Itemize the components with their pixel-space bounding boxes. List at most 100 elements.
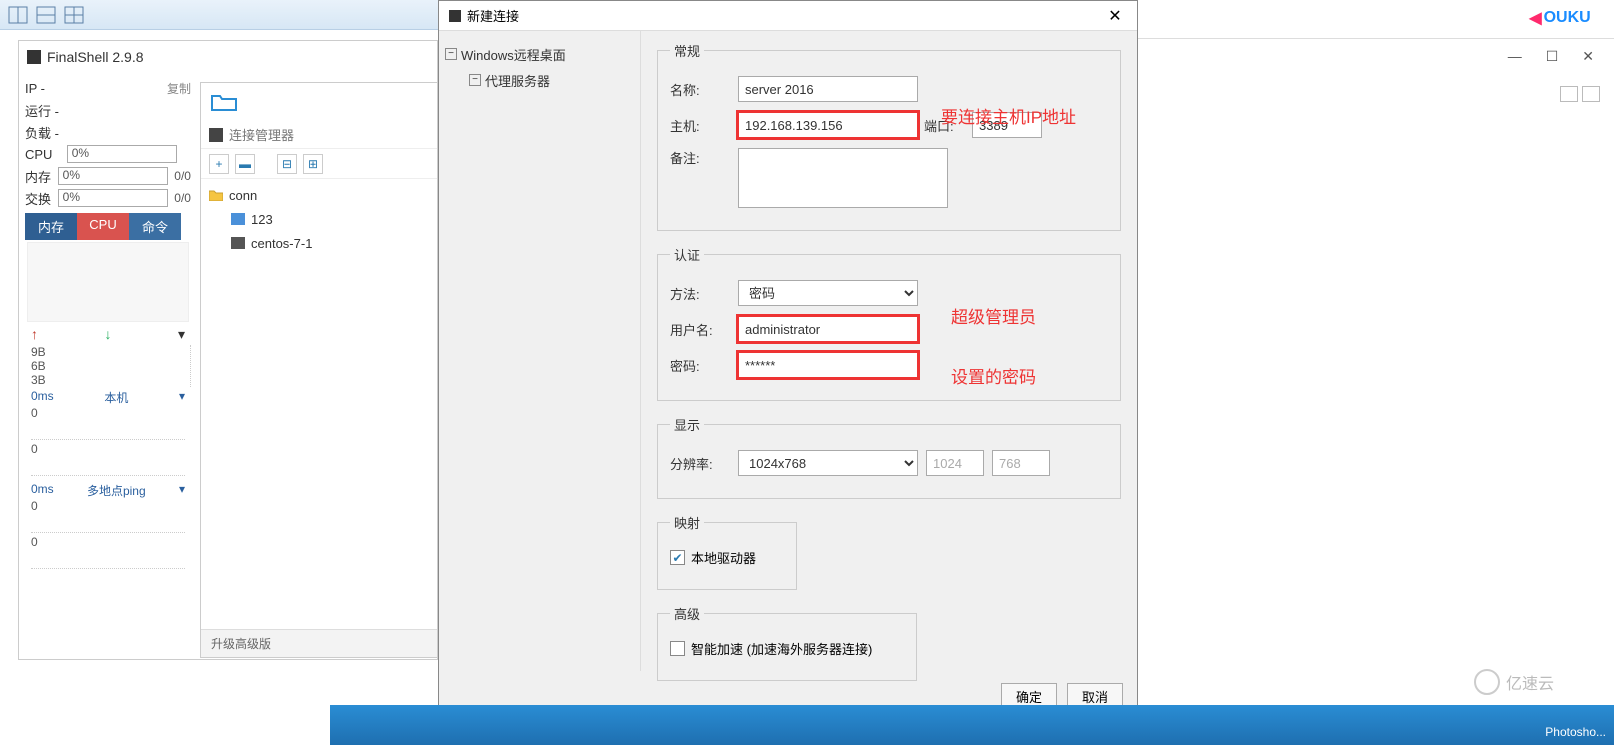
annotation-user: 超级管理员	[951, 303, 1036, 328]
arrow-up-icon: ↑	[31, 326, 38, 343]
local-drive-label: 本地驱动器	[691, 548, 756, 567]
res-label: 分辨率:	[670, 454, 738, 473]
legend-advanced: 高级	[670, 604, 704, 623]
folder-open-icon[interactable]	[201, 83, 437, 121]
top-toolbar	[0, 0, 440, 30]
height-input	[992, 450, 1050, 476]
name-input[interactable]	[738, 76, 918, 102]
monitor-icon	[209, 128, 223, 142]
cpu-meter: 0%	[67, 145, 177, 163]
note-input[interactable]	[738, 148, 948, 208]
copy-link[interactable]: 复制	[167, 80, 191, 97]
conn-title-text: 连接管理器	[229, 125, 294, 144]
method-label: 方法:	[670, 284, 738, 303]
app-icon	[27, 50, 41, 64]
arrow-down-icon: ↓	[104, 326, 111, 343]
tree-node-proxy[interactable]: −代理服务器	[445, 67, 634, 93]
user-label: 用户名:	[670, 320, 738, 339]
add-folder-button[interactable]: ▬	[235, 154, 255, 174]
tab-cmd[interactable]: 命令	[129, 213, 181, 240]
mem-label: 内存	[25, 167, 51, 186]
sparkline	[31, 515, 185, 533]
maximize-button[interactable]: ☐	[1546, 48, 1559, 65]
tree-item-label: 123	[251, 212, 273, 227]
legend-auth: 认证	[670, 245, 704, 264]
cpu-label: CPU	[25, 147, 52, 162]
net1-label[interactable]: 本机	[104, 389, 128, 406]
monitor-icon	[231, 213, 245, 225]
tree-node-label: Windows远程桌面	[461, 45, 566, 64]
legend-general: 常规	[670, 41, 704, 60]
legend-display: 显示	[670, 415, 704, 434]
collapse-icon[interactable]: −	[469, 74, 481, 86]
ouku-logo: ◀OUKU	[1510, 0, 1610, 36]
tree-node-label: 代理服务器	[485, 71, 550, 90]
annotation-host: 要连接主机IP地址	[941, 103, 1076, 128]
tree-root[interactable]: conn	[209, 183, 429, 207]
tree-node-rdp[interactable]: −Windows远程桌面	[445, 41, 634, 67]
local-drive-checkbox[interactable]	[670, 550, 685, 565]
tab-cpu[interactable]: CPU	[77, 213, 129, 240]
tree-root-label: conn	[229, 188, 257, 203]
split-icon[interactable]	[36, 6, 56, 24]
net2-v2: 0	[31, 535, 185, 549]
minimize-button[interactable]: —	[1508, 48, 1522, 64]
tree-item[interactable]: 123	[209, 207, 429, 231]
password-input[interactable]	[738, 352, 918, 378]
method-select[interactable]: 密码	[738, 280, 918, 306]
resolution-select[interactable]: 1024x768	[738, 450, 918, 476]
mem-meter: 0%	[58, 167, 168, 185]
host-input[interactable]	[738, 112, 918, 138]
expand-button[interactable]: ⊞	[303, 154, 323, 174]
list-view-icon[interactable]	[1582, 86, 1600, 102]
app-title: FinalShell 2.9.8	[47, 49, 144, 65]
swap-meter: 0%	[58, 189, 168, 207]
host-label: 主机:	[670, 116, 738, 135]
scale-6b: 6B	[31, 359, 184, 373]
upgrade-link[interactable]: 升级高级版	[201, 629, 437, 657]
name-label: 名称:	[670, 80, 738, 99]
background-titlebar: — ☐ ✕	[1138, 38, 1614, 74]
finalshell-titlebar: FinalShell 2.9.8	[19, 41, 437, 73]
close-button[interactable]: ✕	[1093, 1, 1137, 31]
annotation-pass: 设置的密码	[951, 363, 1036, 388]
connection-manager: 连接管理器 + ▬ ⊟ ⊞ conn 123 centos-7-1 升级高级版	[200, 82, 438, 658]
sparkline	[31, 458, 185, 476]
watermark: 亿速云	[1474, 669, 1554, 695]
net1-ms: 0ms	[31, 389, 54, 406]
ip-label: IP -	[25, 81, 45, 96]
chevron-down-icon[interactable]: ▾	[179, 482, 185, 499]
accel-checkbox[interactable]	[670, 641, 685, 656]
swap-right: 0/0	[174, 191, 191, 205]
fieldset-display: 显示 分辨率: 1024x768	[657, 415, 1121, 499]
panes-icon[interactable]	[8, 6, 28, 24]
chevron-down-icon[interactable]: ▾	[178, 326, 185, 343]
terminal-icon	[231, 237, 245, 249]
net1-v2: 0	[31, 442, 185, 456]
taskbar-app[interactable]: Photosho...	[1545, 725, 1606, 739]
taskbar	[330, 705, 1614, 745]
connection-tree: conn 123 centos-7-1	[201, 179, 437, 259]
fieldset-auth: 认证 方法:密码 用户名: 密码:	[657, 245, 1121, 401]
net1-v1: 0	[31, 406, 185, 420]
close-button[interactable]: ✕	[1582, 48, 1594, 65]
username-input[interactable]	[738, 316, 918, 342]
tree-item[interactable]: centos-7-1	[209, 231, 429, 255]
grid-view-icon[interactable]	[1560, 86, 1578, 102]
add-terminal-button[interactable]: +	[209, 154, 229, 174]
fieldset-general: 常规 名称: 主机: 端口: 备注:	[657, 41, 1121, 231]
tab-mem[interactable]: 内存	[25, 213, 77, 240]
chevron-down-icon[interactable]: ▾	[179, 389, 185, 406]
fieldset-advanced: 高级 智能加速 (加速海外服务器连接)	[657, 604, 917, 681]
grid-icon[interactable]	[64, 6, 84, 24]
width-input	[926, 450, 984, 476]
collapse-icon[interactable]: −	[445, 48, 457, 60]
collapse-button[interactable]: ⊟	[277, 154, 297, 174]
net2-ms: 0ms	[31, 482, 54, 499]
pass-label: 密码:	[670, 356, 738, 375]
net2-label[interactable]: 多地点ping	[87, 482, 146, 499]
dialog-tree: −Windows远程桌面 −代理服务器	[439, 31, 641, 671]
load-label: 负载 -	[25, 123, 59, 142]
fieldset-mapping: 映射 本地驱动器	[657, 513, 797, 590]
scale-9b: 9B	[31, 345, 184, 359]
